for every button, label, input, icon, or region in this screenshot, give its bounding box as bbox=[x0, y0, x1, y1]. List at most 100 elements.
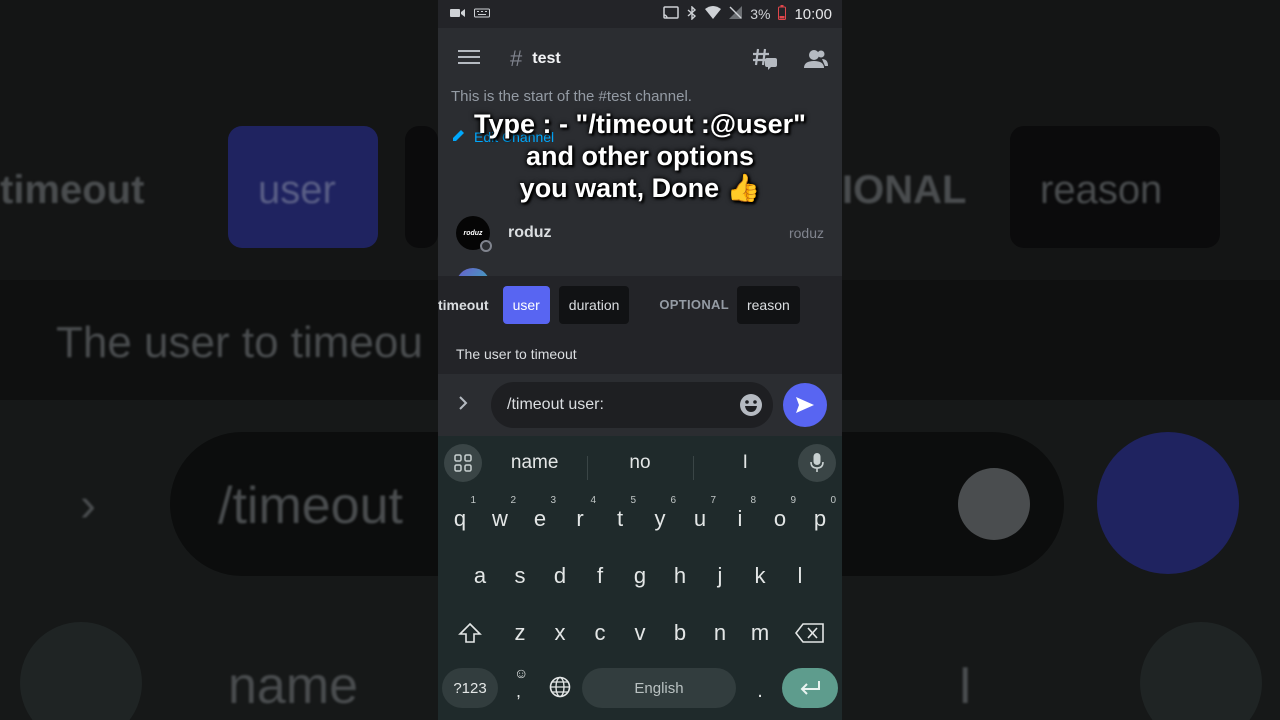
param-chip-user[interactable]: user bbox=[502, 286, 550, 324]
param-chip-reason[interactable]: reason bbox=[736, 286, 800, 324]
message-input[interactable]: /timeout user: bbox=[491, 382, 773, 428]
signal-icon bbox=[729, 6, 743, 22]
member-tag: roduz bbox=[788, 225, 824, 241]
member-row[interactable]: roduz roduz roduz bbox=[456, 216, 824, 252]
key-row-4: ?123 ☺ , English . bbox=[438, 665, 842, 716]
bg-chevron-icon: › bbox=[80, 479, 96, 532]
battery-low-icon bbox=[778, 5, 787, 23]
bg-emoji-icon bbox=[958, 468, 1030, 540]
avatar-text: roduz bbox=[463, 229, 483, 237]
shift-icon bbox=[458, 622, 482, 643]
keyboard-notification-icon bbox=[474, 6, 490, 22]
key-m[interactable]: m bbox=[740, 608, 780, 658]
key-d[interactable]: d bbox=[540, 551, 580, 601]
key-t[interactable]: t5 bbox=[600, 494, 640, 544]
shift-key[interactable] bbox=[450, 608, 490, 658]
key-x[interactable]: x bbox=[540, 608, 580, 658]
hamburger-menu-icon[interactable] bbox=[458, 49, 480, 70]
channel-header: # test bbox=[438, 28, 842, 90]
key-row-1: q1 w2 e3 r4 t5 y6 u7 i8 o9 p0 bbox=[438, 494, 842, 544]
enter-key[interactable] bbox=[782, 668, 838, 708]
key-r[interactable]: r4 bbox=[560, 494, 600, 544]
channel-start-text: This is the start of the #test channel. bbox=[451, 88, 692, 105]
backspace-icon bbox=[794, 623, 824, 643]
suggestion-3[interactable]: I bbox=[692, 452, 798, 480]
key-i[interactable]: i8 bbox=[720, 494, 760, 544]
key-o[interactable]: o9 bbox=[760, 494, 800, 544]
optional-label: OPTIONAL bbox=[659, 297, 729, 312]
key-p[interactable]: p0 bbox=[800, 494, 840, 544]
key-f[interactable]: f bbox=[580, 551, 620, 601]
caption-line-3: you want, Done 👍 bbox=[519, 173, 761, 203]
key-k[interactable]: k bbox=[740, 551, 780, 601]
backspace-key[interactable] bbox=[790, 608, 830, 658]
param-chip-duration[interactable]: duration bbox=[558, 286, 630, 324]
key-a[interactable]: a bbox=[460, 551, 500, 601]
key-s[interactable]: s bbox=[500, 551, 540, 601]
key-l[interactable]: l bbox=[780, 551, 820, 601]
key-j[interactable]: j bbox=[700, 551, 740, 601]
expand-chevron-icon[interactable] bbox=[458, 395, 480, 416]
globe-icon bbox=[549, 676, 571, 698]
key-c[interactable]: c bbox=[580, 608, 620, 658]
camera-icon bbox=[450, 6, 466, 22]
caption-line-2: and other options bbox=[526, 141, 754, 171]
space-key[interactable]: English bbox=[582, 668, 736, 708]
bluetooth-icon bbox=[687, 4, 697, 23]
key-b[interactable]: b bbox=[660, 608, 700, 658]
caption-line-1: Type : - "/timeout :@user" bbox=[474, 109, 806, 139]
key-q[interactable]: q1 bbox=[440, 494, 480, 544]
param-description: The user to timeout bbox=[456, 346, 577, 362]
symbols-key[interactable]: ?123 bbox=[442, 668, 498, 708]
enter-icon bbox=[800, 681, 820, 695]
command-chips: timeout user duration OPTIONAL reason bbox=[438, 286, 842, 324]
status-time: 10:00 bbox=[794, 5, 832, 23]
bg-timeout-text: timeout bbox=[0, 168, 145, 212]
tutorial-caption: Type : - "/timeout :@user" and other opt… bbox=[438, 108, 842, 204]
send-icon bbox=[796, 397, 814, 413]
key-row-2: a s d f g h j k l bbox=[438, 551, 842, 601]
channel-title[interactable]: test bbox=[532, 50, 560, 68]
member-name: roduz bbox=[508, 224, 552, 241]
bg-duration-pill bbox=[405, 126, 438, 248]
avatar: roduz bbox=[456, 216, 492, 252]
key-y[interactable]: y6 bbox=[640, 494, 680, 544]
key-n[interactable]: n bbox=[700, 608, 740, 658]
bg-i-text: I bbox=[958, 657, 973, 715]
key-row-3: z x c v b n m bbox=[438, 608, 842, 658]
key-e[interactable]: e3 bbox=[520, 494, 560, 544]
channel-hash-icon: # bbox=[510, 46, 523, 71]
cast-icon bbox=[663, 6, 679, 22]
message-input-bar: /timeout user: bbox=[438, 374, 842, 436]
command-name: timeout bbox=[438, 297, 489, 313]
bg-reason-text: reason bbox=[1040, 168, 1163, 212]
suggestion-1[interactable]: name bbox=[482, 452, 587, 474]
key-w[interactable]: w2 bbox=[480, 494, 520, 544]
bg-input-field-right bbox=[842, 432, 1064, 576]
status-bar: 3% 10:00 bbox=[438, 0, 842, 28]
send-button[interactable] bbox=[783, 383, 827, 427]
apps-grid-icon[interactable] bbox=[444, 444, 482, 482]
key-v[interactable]: v bbox=[620, 608, 660, 658]
onscreen-keyboard: name no I q1 w2 e3 r4 t5 y6 u7 i8 o9 p 0… bbox=[438, 436, 842, 720]
bg-optional-text: IONAL bbox=[842, 168, 967, 212]
period-key[interactable]: . bbox=[740, 666, 780, 716]
key-u[interactable]: u7 bbox=[680, 494, 720, 544]
emoji-comma-key[interactable]: ☺ , bbox=[500, 662, 540, 712]
suggestion-2[interactable]: no bbox=[587, 452, 692, 480]
bg-input-text: /timeout bbox=[218, 477, 403, 535]
bg-name-text: name bbox=[228, 657, 359, 715]
key-h[interactable]: h bbox=[660, 551, 700, 601]
status-dot bbox=[480, 240, 492, 252]
threads-icon[interactable] bbox=[752, 47, 778, 71]
bg-user-text: user bbox=[258, 168, 336, 212]
members-icon[interactable] bbox=[804, 49, 828, 69]
bg-send-button bbox=[1097, 432, 1239, 574]
emoji-icon[interactable] bbox=[739, 393, 763, 417]
globe-key[interactable] bbox=[540, 666, 580, 716]
wifi-icon bbox=[705, 6, 722, 22]
bg-desc-text: The user to timeou bbox=[56, 318, 423, 367]
message-input-value: /timeout user: bbox=[507, 396, 604, 413]
key-g[interactable]: g bbox=[620, 551, 660, 601]
microphone-icon[interactable] bbox=[797, 444, 836, 482]
